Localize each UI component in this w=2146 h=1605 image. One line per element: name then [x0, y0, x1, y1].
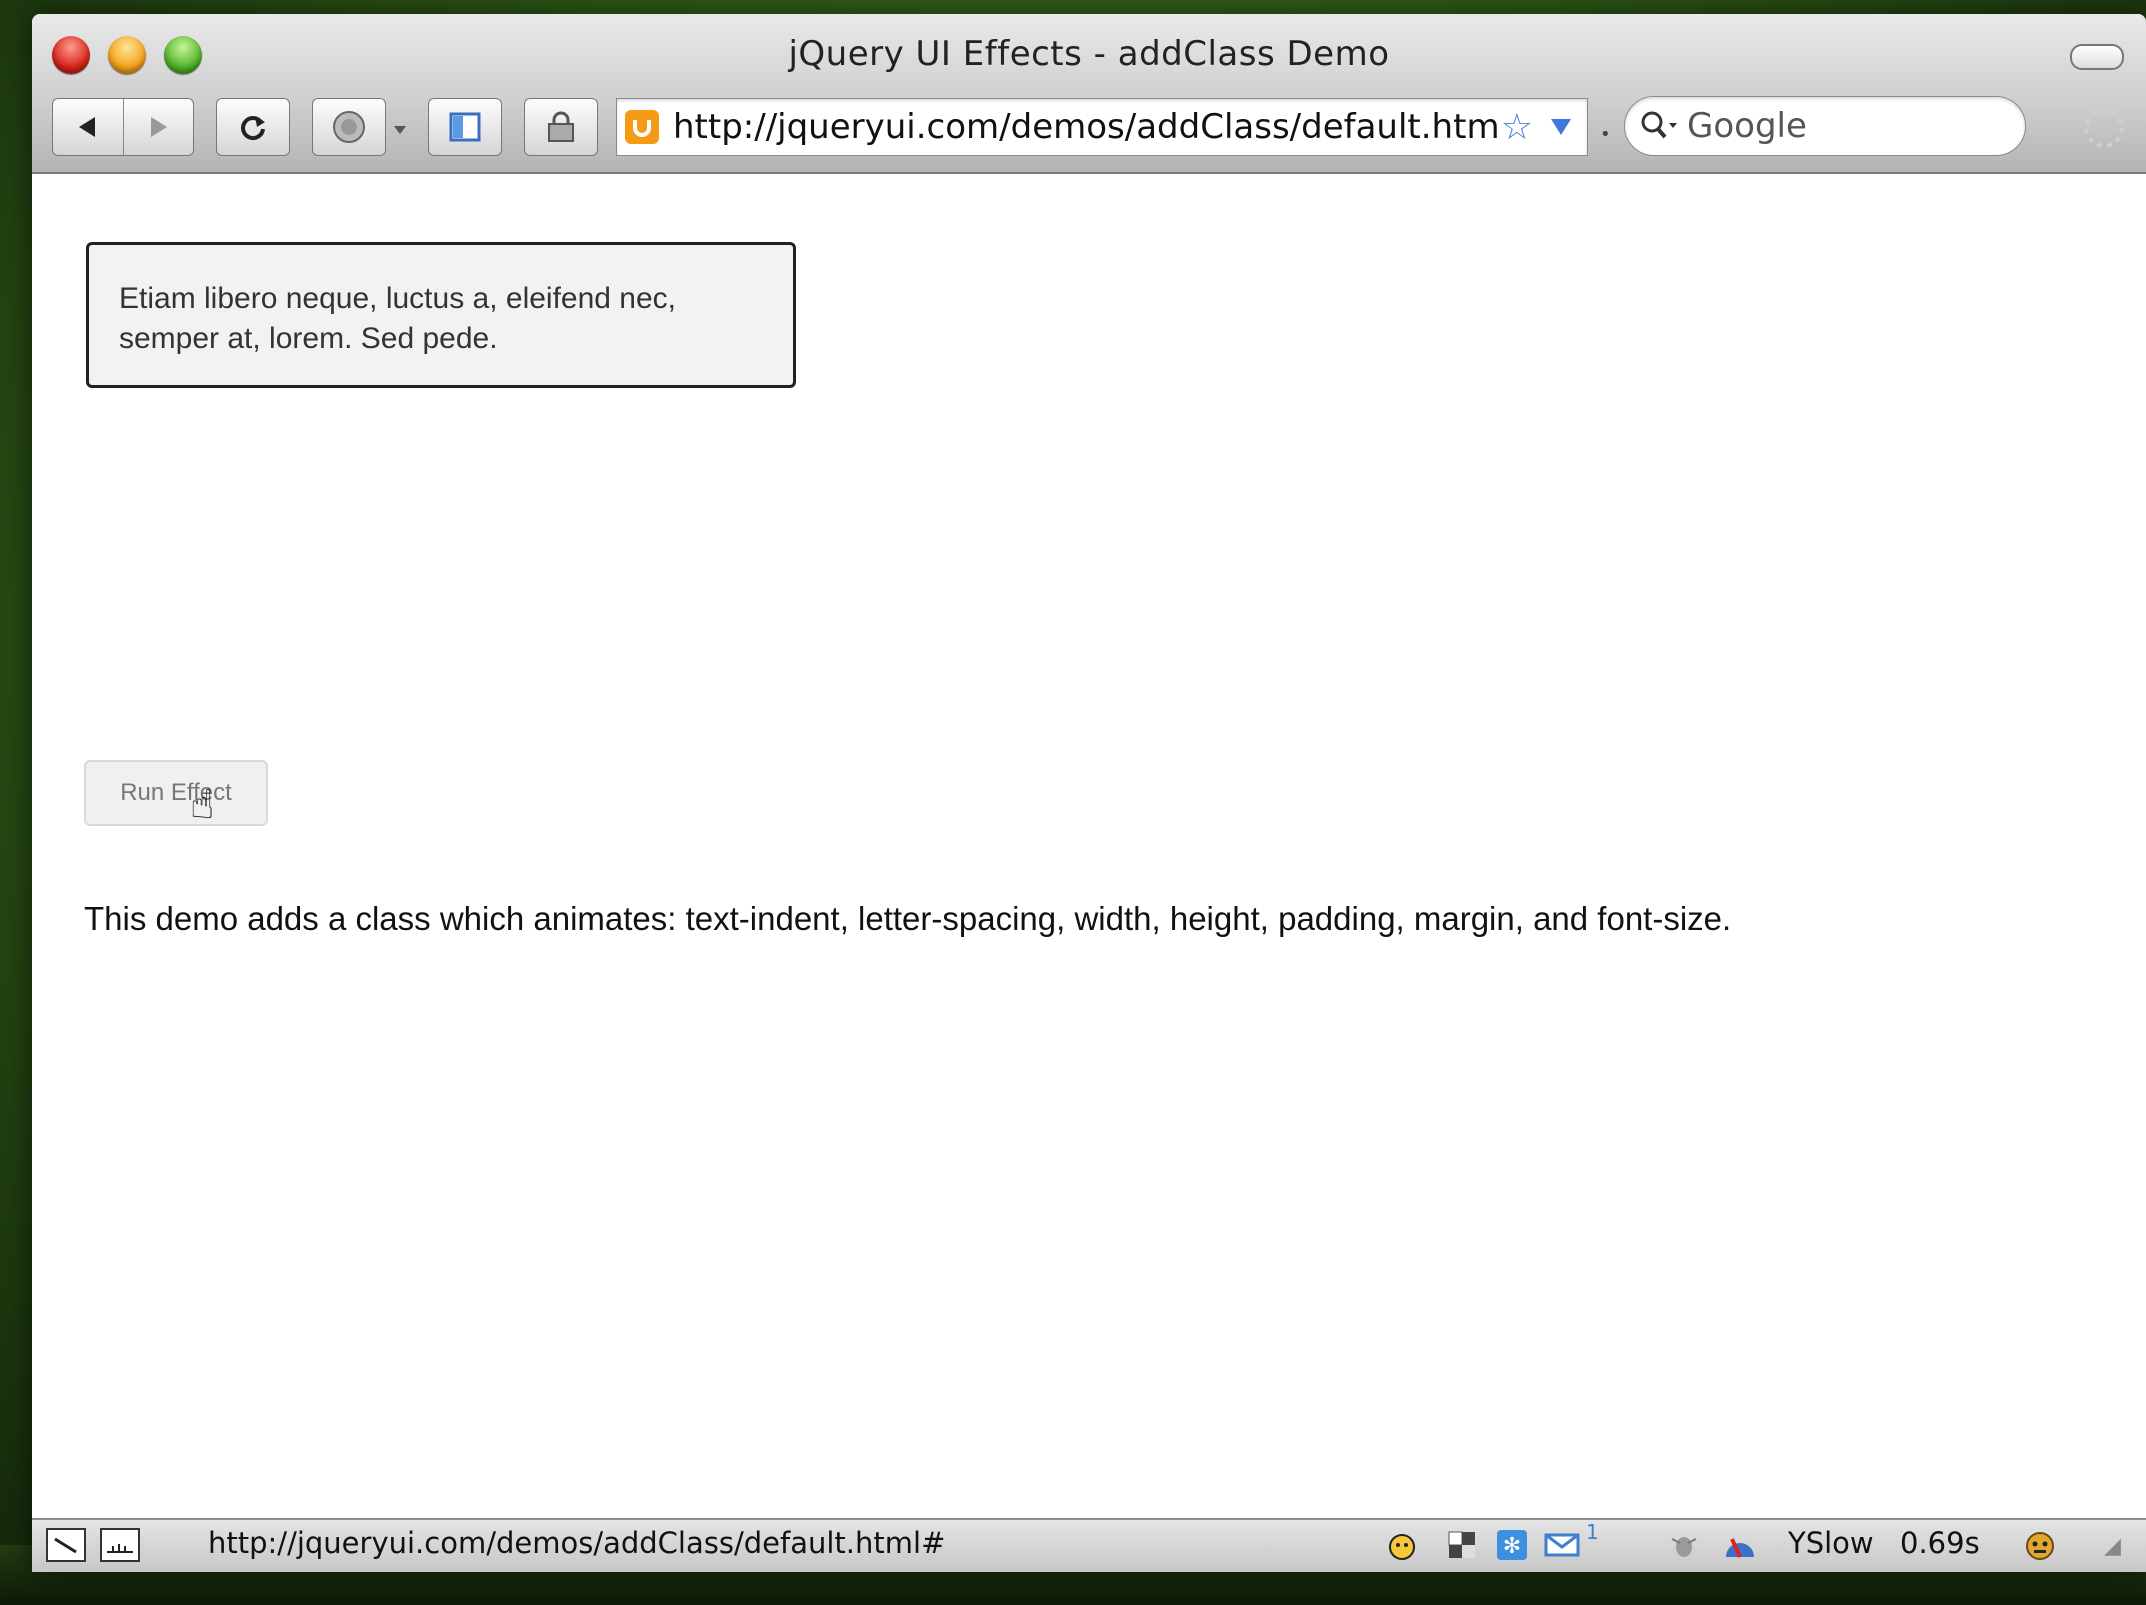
browser-window: jQuery UI Effects - addClass Demo http:/… [32, 14, 2146, 1572]
reload-button[interactable] [216, 98, 290, 156]
toolbar-toggle-button[interactable] [2070, 44, 2124, 70]
url-history-dropdown-icon[interactable] [1551, 119, 1571, 135]
mail-count-badge: 1 [1586, 1520, 1599, 1544]
yslow-label[interactable]: YSlow [1788, 1526, 1874, 1560]
search-icon [1641, 111, 1677, 139]
page-content: Etiam libero neque, luctus a, eleifend n… [32, 174, 2146, 1520]
hand-cursor-icon: ☝ [190, 782, 215, 828]
home-button[interactable] [312, 98, 386, 156]
demo-description: This demo adds a class which animates: t… [84, 900, 1732, 937]
status-url: http://jqueryui.com/demos/addClass/defau… [208, 1526, 946, 1560]
search-input[interactable]: Google [1624, 96, 2026, 156]
window-title: jQuery UI Effects - addClass Demo [788, 34, 1390, 74]
url-text[interactable]: http://jqueryui.com/demos/addClass/defau… [673, 107, 1501, 147]
forward-button[interactable] [122, 99, 194, 155]
mail-icon[interactable] [1542, 1528, 1582, 1562]
status-bar: http://jqueryui.com/demos/addClass/defau… [32, 1518, 2146, 1572]
checker-icon[interactable] [1442, 1528, 1482, 1562]
snowflake-icon[interactable]: ✻ [1492, 1528, 1532, 1562]
star-icon[interactable]: ☆ [1501, 107, 1533, 148]
extension-face-icon[interactable] [1382, 1528, 1422, 1562]
ruler-icon[interactable] [100, 1528, 140, 1562]
reload-icon [241, 116, 265, 141]
back-forward-buttons [52, 98, 194, 156]
home-icon [333, 111, 365, 143]
inspect-icon[interactable] [46, 1528, 86, 1562]
firebug-icon[interactable] [1664, 1528, 1704, 1562]
yslow-icon[interactable] [1720, 1528, 1760, 1562]
address-bar[interactable]: http://jqueryui.com/demos/addClass/defau… [616, 98, 1588, 156]
activity-spinner-icon [2084, 108, 2124, 148]
browser-toolbar: jQuery UI Effects - addClass Demo http:/… [32, 14, 2146, 174]
chevron-down-icon[interactable] [394, 126, 406, 134]
lock-icon [548, 111, 574, 142]
security-button[interactable] [524, 98, 598, 156]
bookmark-sidebar-icon [449, 112, 481, 142]
load-time: 0.69s [1900, 1526, 1980, 1560]
back-arrow-icon [78, 117, 95, 137]
run-effect-button[interactable]: Run Effect [84, 760, 268, 826]
greasemonkey-icon[interactable] [2020, 1528, 2060, 1562]
resize-corner-icon[interactable]: ◢ [2104, 1534, 2121, 1559]
site-favicon-icon [625, 110, 659, 144]
search-placeholder: Google [1687, 106, 1807, 146]
back-button[interactable] [53, 99, 123, 155]
resize-grip-icon[interactable]: • [1600, 124, 1611, 145]
bookmark-sidebar-button[interactable] [428, 98, 502, 156]
svg-text:✻: ✻ [1503, 1534, 1521, 1559]
demo-effect-box: Etiam libero neque, luctus a, eleifend n… [86, 242, 796, 388]
forward-arrow-icon [151, 117, 168, 137]
